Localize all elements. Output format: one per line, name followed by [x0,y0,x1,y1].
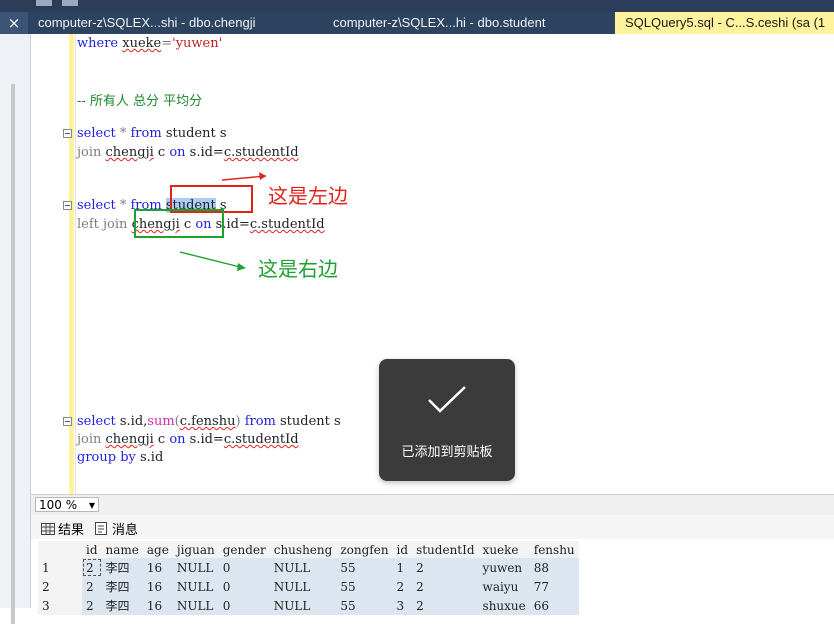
left-arrow [221,175,267,181]
table-cell[interactable]: NULL [172,577,219,596]
table-cell[interactable]: 16 [142,577,173,596]
chevron-down-icon: ▼ [88,501,95,510]
table-cell[interactable]: 3 [392,596,413,615]
table-row[interactable]: 3 2 李四 16 NULL 0 NULL 55 3 2 shuxue 66 [38,596,579,615]
tab-results[interactable]: 结果 [41,519,84,538]
table-cell[interactable]: waiyu [478,577,530,596]
annotation-left-label: 这是左边 [268,184,348,208]
copied-toast: 已添加到剪贴板 [379,359,515,481]
table-cell[interactable]: yuwen [478,558,530,577]
table-cell[interactable]: shuxue [478,596,530,615]
column-header[interactable]: gender [218,541,270,558]
table-cell[interactable]: 2 [82,577,102,596]
table-cell[interactable]: NULL [172,596,219,615]
tab-results-label: 结果 [58,523,85,538]
row-number[interactable]: 2 [38,577,82,596]
annotation-right-label: 这是右边 [258,257,338,281]
table-cell[interactable]: 2 [412,596,479,615]
table-cell[interactable]: 2 [412,577,479,596]
zoom-value: 100 % [39,498,78,512]
table-cell[interactable]: 2 [82,596,102,615]
column-header[interactable]: name [101,541,143,558]
table-cell[interactable]: 0 [218,577,270,596]
column-header[interactable]: age [142,541,173,558]
table-row[interactable]: 2 2 李四 16 NULL 0 NULL 55 2 2 waiyu 77 [38,577,579,596]
table-cell[interactable]: 李四 [101,577,143,596]
column-header[interactable]: id [82,541,102,558]
table-cell[interactable]: 0 [218,596,270,615]
row-number-header [38,541,82,558]
table-cell[interactable]: NULL [269,596,337,615]
table-cell[interactable]: 李四 [101,558,143,577]
tab-messages[interactable]: 消息 [95,519,138,538]
table-cell[interactable]: 88 [529,558,579,577]
column-header[interactable]: xueke [478,541,530,558]
table-cell[interactable]: 2 [82,558,102,577]
table-cell[interactable]: 16 [142,558,173,577]
result-tabs: 结果 消息 [31,515,834,539]
table-cell[interactable]: 1 [392,558,413,577]
message-icon [95,522,107,535]
row-number[interactable]: 3 [38,596,82,615]
table-cell[interactable]: NULL [269,577,337,596]
column-header[interactable]: chusheng [269,541,337,558]
table-cell[interactable]: 2 [412,558,479,577]
table-cell[interactable]: 55 [336,558,393,577]
checkmark-icon [428,386,466,413]
right-arrow-head [237,263,246,271]
table-cell[interactable]: 77 [529,577,579,596]
tab-messages-label: 消息 [112,523,139,538]
table-row[interactable]: 1 2 李四 16 NULL 0 NULL 55 1 2 yuwen 88 [38,558,579,577]
table-cell[interactable]: NULL [172,558,219,577]
table-cell[interactable]: 55 [336,577,393,596]
results-grid[interactable]: id name age jiguan gender chusheng zongf… [38,541,834,615]
column-header[interactable]: jiguan [172,541,219,558]
row-number[interactable]: 1 [38,558,82,577]
column-header[interactable]: id [392,541,413,558]
zoom-bar: 100 % ▼ [31,494,834,515]
table-cell[interactable]: NULL [269,558,337,577]
table-cell[interactable]: 李四 [101,596,143,615]
left-arrow-head [259,172,266,180]
table-cell[interactable]: 0 [218,558,270,577]
table-cell[interactable]: 16 [142,596,173,615]
table-cell[interactable]: 2 [392,577,413,596]
grid-header-row: id name age jiguan gender chusheng zongf… [38,541,579,558]
right-highlight-box [134,209,224,238]
column-header[interactable]: studentId [412,541,479,558]
table-cell[interactable]: 66 [529,596,579,615]
grid-icon [41,522,55,535]
column-header[interactable]: fenshu [529,541,579,558]
right-arrow [179,251,245,269]
left-highlight-box [170,185,253,213]
table-cell[interactable]: 55 [336,596,393,615]
column-header[interactable]: zongfen [336,541,393,558]
toast-message: 已添加到剪贴板 [401,445,493,460]
zoom-select[interactable]: 100 % ▼ [35,497,99,512]
